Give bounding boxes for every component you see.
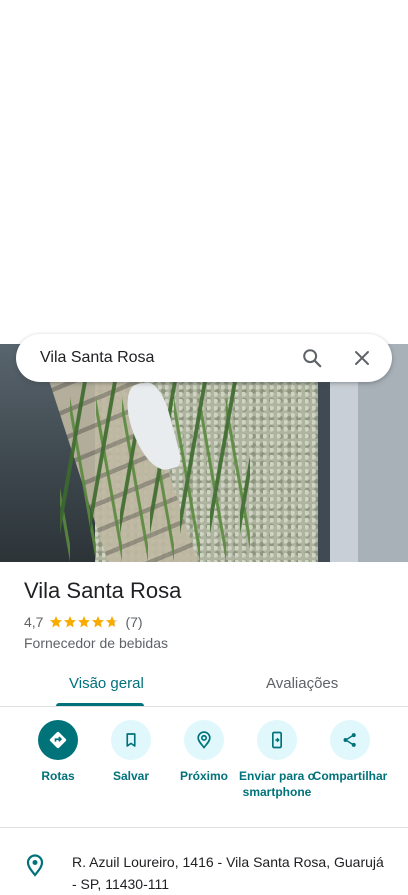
save-label: Salvar xyxy=(112,769,150,783)
send-to-phone-button[interactable]: Enviar para o smartphone xyxy=(237,720,317,800)
star-icon xyxy=(106,616,119,628)
tab-overview[interactable]: Visão geral xyxy=(69,675,144,692)
star-icon xyxy=(92,616,105,628)
review-count[interactable]: (7) xyxy=(125,614,142,630)
send-to-phone-icon xyxy=(257,720,297,760)
search-icon[interactable] xyxy=(300,346,324,370)
star-rating xyxy=(49,615,119,629)
active-tab-indicator xyxy=(56,703,144,706)
location-pin-icon xyxy=(25,853,45,882)
tab-reviews[interactable]: Avaliações xyxy=(266,675,338,692)
directions-button[interactable]: Rotas xyxy=(18,720,98,784)
map-area[interactable] xyxy=(0,0,408,322)
share-button[interactable]: Compartilhar xyxy=(310,720,390,784)
save-button[interactable]: Salvar xyxy=(91,720,171,784)
share-icon xyxy=(330,720,370,760)
action-buttons: Rotas Salvar Próximo Enviar para o smart… xyxy=(0,720,408,820)
search-bar[interactable]: Vila Santa Rosa xyxy=(16,334,392,382)
search-query[interactable]: Vila Santa Rosa xyxy=(40,349,300,367)
star-icon xyxy=(64,616,77,628)
directions-icon xyxy=(38,720,78,760)
place-category[interactable]: Fornecedor de bebidas xyxy=(24,635,168,651)
rating-row[interactable]: 4,7 (7) xyxy=(24,614,143,630)
rating-value: 4,7 xyxy=(24,614,44,630)
nearby-icon xyxy=(184,720,224,760)
star-icon xyxy=(50,616,63,628)
address-text: R. Azuil Loureiro, 1416 - Vila Santa Ros… xyxy=(72,854,384,892)
section-divider xyxy=(0,827,408,828)
nearby-label: Próximo xyxy=(179,769,228,783)
nearby-button[interactable]: Próximo xyxy=(164,720,244,784)
close-icon[interactable] xyxy=(350,346,374,370)
directions-label: Rotas xyxy=(41,769,75,783)
star-icon xyxy=(78,616,91,628)
share-label: Compartilhar xyxy=(312,769,388,783)
bookmark-icon xyxy=(111,720,151,760)
place-title: Vila Santa Rosa xyxy=(24,578,182,603)
send-to-phone-label: Enviar para o smartphone xyxy=(238,769,316,799)
tab-bar: Visão geral Avaliações xyxy=(0,666,408,707)
